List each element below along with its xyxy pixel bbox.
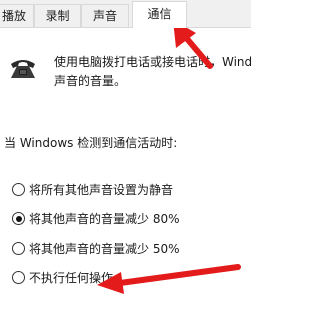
tab-communications[interactable]: 通信 — [132, 1, 187, 28]
option-reduce-80[interactable]: 将其他声音的音量减少 80% — [12, 210, 180, 228]
radio-mute-all[interactable] — [12, 183, 25, 196]
communication-activity-prompt: 当 Windows 检测到通信活动时: — [4, 136, 178, 150]
description-line-1: 使用电脑拨打电话或接电话时，Wind — [54, 55, 253, 69]
option-reduce-80-label: 将其他声音的音量减少 80% — [29, 212, 180, 226]
radio-reduce-50[interactable] — [12, 242, 25, 255]
description-line-2: 声音的音量。 — [54, 74, 127, 88]
tab-sounds[interactable]: 声音 — [81, 4, 129, 27]
option-mute-all-label: 将所有其他声音设置为静音 — [29, 183, 174, 197]
telephone-icon — [11, 60, 35, 78]
tab-bar: 播放 录制 声音 通信 — [0, 0, 251, 28]
tab-recording[interactable]: 录制 — [34, 4, 81, 27]
option-do-nothing[interactable]: 不执行任何操作 — [12, 269, 113, 287]
option-reduce-50-label: 将其他声音的音量减少 50% — [29, 242, 180, 256]
radio-reduce-80[interactable] — [12, 212, 25, 225]
option-reduce-50[interactable]: 将其他声音的音量减少 50% — [12, 240, 180, 258]
radio-do-nothing[interactable] — [12, 271, 25, 284]
option-mute-all[interactable]: 将所有其他声音设置为静音 — [12, 181, 173, 199]
tab-playback[interactable]: 播放 — [0, 4, 34, 27]
description-text: 使用电脑拨打电话或接电话时，Wind 声音的音量。 — [54, 53, 264, 91]
option-do-nothing-label: 不执行任何操作 — [29, 271, 114, 285]
